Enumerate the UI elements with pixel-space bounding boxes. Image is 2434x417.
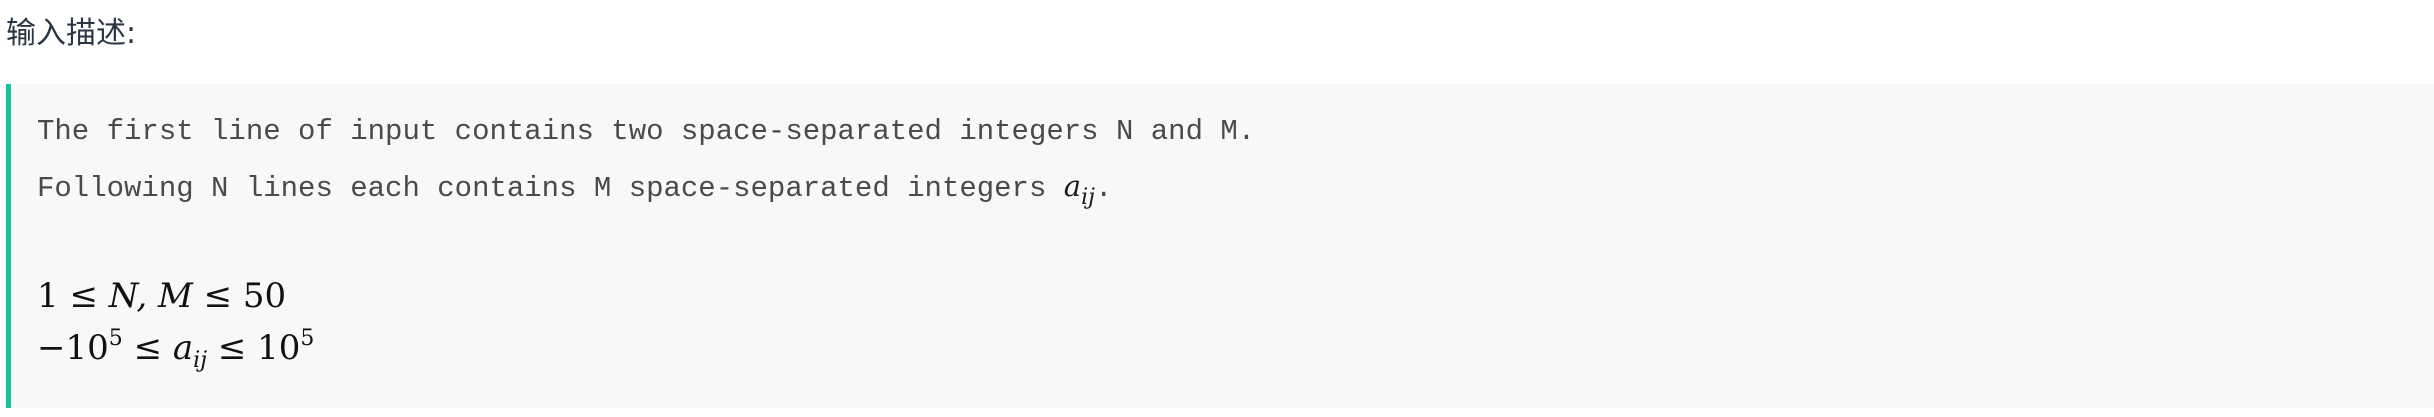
positive-bound-base: 10 bbox=[257, 328, 301, 368]
matrix-element-variable: aij bbox=[1063, 169, 1095, 209]
constraint-upper-bound: 50 bbox=[242, 276, 287, 316]
description-line-2-period: . bbox=[1094, 172, 1113, 205]
leq-symbol: ≤ bbox=[58, 276, 109, 316]
negative-bound-exponent: 5 bbox=[108, 326, 123, 351]
variable-base: a bbox=[1063, 169, 1082, 203]
leq-symbol: ≤ bbox=[207, 328, 258, 368]
constraint-n-m: 1 ≤ N, M ≤ 50 bbox=[37, 276, 286, 316]
constraint-aij: −105 ≤ aij ≤ 105 bbox=[37, 326, 315, 372]
variable-base: a bbox=[172, 328, 194, 368]
input-description-panel: The first line of input contains two spa… bbox=[6, 84, 2434, 408]
leq-symbol: ≤ bbox=[122, 328, 173, 368]
variable-subscript: ij bbox=[193, 348, 208, 373]
constraint-lower-bound: 1 bbox=[37, 276, 59, 316]
matrix-element-variable: aij bbox=[172, 328, 207, 372]
variable-subscript: ij bbox=[1081, 185, 1095, 210]
leq-symbol: ≤ bbox=[192, 276, 243, 316]
description-line-1: The first line of input contains two spa… bbox=[37, 115, 1256, 148]
positive-bound-exponent: 5 bbox=[300, 326, 315, 351]
constraint-variables: N, M bbox=[108, 276, 193, 316]
description-line-2-text: Following N lines each contains M space-… bbox=[37, 172, 1064, 205]
negative-bound-base: −10 bbox=[37, 328, 109, 368]
description-line-2: Following N lines each contains M space-… bbox=[37, 168, 1113, 209]
section-title: 输入描述: bbox=[6, 16, 137, 51]
